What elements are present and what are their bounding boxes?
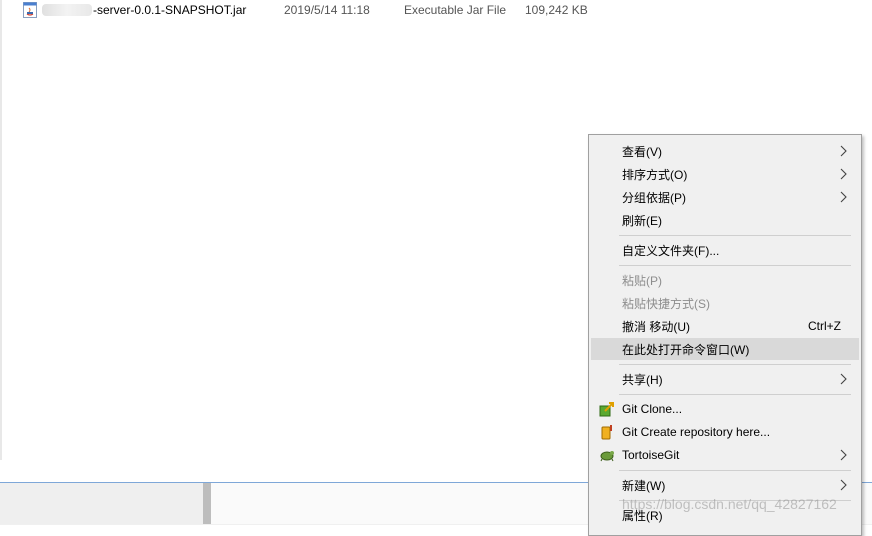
menu-item-paste-shortcut: 粘贴快捷方式(S)	[591, 292, 859, 314]
menu-item-refresh[interactable]: 刷新(E)	[591, 209, 859, 231]
menu-separator	[619, 500, 851, 501]
menu-item-undo-move[interactable]: 撤消 移动(U) Ctrl+Z	[591, 315, 859, 337]
menu-item-label: 属性(R)	[622, 508, 663, 523]
tortoisegit-icon	[600, 451, 614, 462]
menu-item-label: 撤消 移动(U)	[622, 319, 690, 334]
chevron-right-icon	[840, 191, 847, 203]
menu-item-properties[interactable]: 属性(R)	[591, 504, 859, 526]
file-date: 2019/5/14 11:18	[284, 3, 370, 17]
jar-file-icon	[22, 2, 38, 18]
menu-item-sort-by[interactable]: 排序方式(O)	[591, 163, 859, 185]
chevron-right-icon	[840, 145, 847, 157]
file-type: Executable Jar File	[404, 3, 507, 17]
menu-item-view[interactable]: 查看(V)	[591, 140, 859, 162]
explorer-left-edge	[0, 0, 2, 460]
bottom-left-pane	[0, 483, 203, 524]
context-menu: 查看(V) 排序方式(O) 分组依据(P) 刷新(E) 自定义文件夹(F)...…	[588, 134, 862, 536]
chevron-right-icon	[840, 449, 847, 461]
menu-item-paste: 粘贴(P)	[591, 269, 859, 291]
menu-item-customize-folder[interactable]: 自定义文件夹(F)...	[591, 239, 859, 261]
menu-item-new[interactable]: 新建(W)	[591, 474, 859, 496]
menu-item-label: TortoiseGit	[622, 448, 680, 462]
menu-item-git-clone[interactable]: Git Clone...	[591, 398, 859, 420]
git-create-repo-icon	[601, 425, 612, 440]
menu-item-label: 刷新(E)	[622, 213, 662, 228]
menu-item-group-by[interactable]: 分组依据(P)	[591, 186, 859, 208]
menu-item-shortcut: Ctrl+Z	[808, 319, 841, 333]
file-size: 109,242 KB	[525, 3, 588, 17]
menu-item-label: 查看(V)	[622, 144, 662, 159]
menu-item-git-create-repo[interactable]: Git Create repository here...	[591, 421, 859, 443]
pane-splitter[interactable]	[203, 483, 211, 524]
menu-separator	[619, 364, 851, 365]
menu-separator	[619, 235, 851, 236]
file-name[interactable]: -server-0.0.1-SNAPSHOT.jar	[93, 3, 246, 17]
redacted-name-part	[42, 4, 92, 16]
chevron-right-icon	[840, 373, 847, 385]
menu-item-label: 排序方式(O)	[622, 167, 688, 182]
git-clone-icon	[599, 402, 614, 417]
menu-item-label: 新建(W)	[622, 478, 666, 493]
menu-separator	[619, 470, 851, 471]
chevron-right-icon	[840, 168, 847, 180]
menu-separator	[619, 265, 851, 266]
menu-item-label: 共享(H)	[622, 372, 663, 387]
menu-item-label: 粘贴(P)	[622, 273, 662, 288]
menu-item-label: 粘贴快捷方式(S)	[622, 296, 710, 311]
menu-item-open-command-window[interactable]: 在此处打开命令窗口(W)	[591, 338, 859, 360]
menu-item-label: 分组依据(P)	[622, 190, 686, 205]
menu-separator	[619, 394, 851, 395]
menu-item-label: Git Clone...	[622, 402, 683, 416]
menu-item-tortoisegit[interactable]: TortoiseGit	[591, 444, 859, 466]
menu-item-label: Git Create repository here...	[622, 425, 771, 439]
menu-item-label: 自定义文件夹(F)...	[622, 243, 720, 258]
menu-item-share[interactable]: 共享(H)	[591, 368, 859, 390]
file-row[interactable]: -server-0.0.1-SNAPSHOT.jar 2019/5/14 11:…	[22, 0, 622, 20]
menu-item-label: 在此处打开命令窗口(W)	[622, 342, 750, 357]
chevron-right-icon	[840, 479, 847, 491]
